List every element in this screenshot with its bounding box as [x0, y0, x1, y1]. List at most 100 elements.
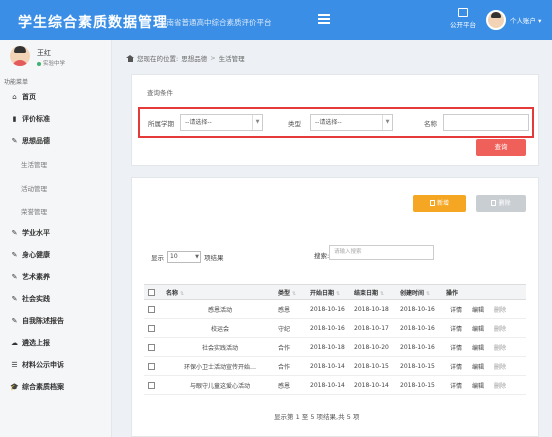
semester-select[interactable]: --请选择-- ▼ [180, 114, 263, 131]
table-row: 社会实践活动 合作 2018-10-18 2018-10-20 2018-10-16 详情… [144, 337, 526, 357]
cell-name: 校运会 [166, 318, 274, 338]
sidebar-item-archive[interactable]: 🎓 综合素质档案 [10, 380, 64, 394]
home-icon [126, 54, 134, 62]
cell-actions: 详情 编辑 删除 [446, 356, 526, 376]
row-checkbox[interactable] [148, 343, 155, 351]
delete-link[interactable]: 删除 [494, 381, 506, 390]
public-platform-button[interactable]: 公开平台 [448, 8, 478, 29]
row-select-cell[interactable] [144, 337, 166, 357]
detail-link[interactable]: 详情 [450, 362, 462, 371]
col-header-type[interactable]: 类型 ⇅ [274, 284, 306, 300]
edit-icon: ✎ [11, 295, 18, 303]
breadcrumb-level1[interactable]: 思想品德 [181, 53, 207, 63]
user-menu[interactable]: 个人账户 ▾ [486, 9, 541, 31]
query-button[interactable]: 查询 [476, 139, 526, 156]
edit-icon: ✎ [11, 273, 18, 281]
semester-label: 所属学期 [148, 120, 174, 128]
sidebar-item-standards[interactable]: ▮ 评价标准 [10, 112, 50, 126]
online-status-icon [37, 61, 41, 66]
cell-start: 2018-10-14 [306, 375, 350, 395]
cell-created: 2018-10-16 [396, 337, 446, 357]
detail-link[interactable]: 详情 [450, 305, 462, 314]
sidebar-item-upload[interactable]: ☁ 遴选上报 [10, 336, 50, 350]
delete-link[interactable]: 删除 [494, 343, 506, 352]
page-size-select[interactable]: 10 ▼ [167, 251, 201, 263]
chevron-down-icon: ▼ [252, 115, 262, 130]
col-header-name[interactable]: 名称 ⇅ [166, 284, 274, 300]
row-select-cell[interactable] [144, 375, 166, 395]
detail-link[interactable]: 详情 [450, 324, 462, 333]
col-header-actions: 操作 [446, 284, 526, 300]
cell-end: 2018-10-20 [350, 337, 396, 357]
delete-button[interactable]: 删除 [476, 195, 526, 212]
col-header-end[interactable]: 结束日期 ⇅ [350, 284, 396, 300]
search-label: 搜索: [314, 252, 330, 260]
query-conditions-box: 所属学期 --请选择-- ▼ 类型 --请选择-- ▼ 名称 [138, 107, 534, 138]
row-checkbox[interactable] [148, 362, 155, 370]
delete-link[interactable]: 删除 [494, 305, 506, 314]
type-select[interactable]: --请选择-- ▼ [310, 114, 393, 131]
sidebar-item-moral[interactable]: ✎ 思想品德 [10, 134, 50, 148]
delete-link[interactable]: 删除 [494, 362, 506, 371]
edit-icon: ✎ [11, 137, 18, 145]
cell-name: 环保小卫士活动宣传开始… [166, 356, 274, 376]
public-platform-label: 公开平台 [450, 21, 476, 29]
cell-type: 合作 [274, 337, 306, 357]
sidebar-item-academic[interactable]: ✎ 学业水平 [10, 226, 50, 240]
app-subtitle: 河南省普通高中综合素质评价平台 [159, 18, 272, 27]
add-button[interactable]: 新增 [413, 195, 466, 212]
delete-link[interactable]: 删除 [494, 324, 506, 333]
user-menu-label: 个人账户 ▾ [510, 17, 542, 25]
col-header-start[interactable]: 开始日期 ⇅ [306, 284, 350, 300]
name-input[interactable] [443, 114, 529, 131]
sidebar-subitem-honor[interactable]: 荣誉管理 [21, 206, 47, 216]
sidebar-item-appeal[interactable]: ☰ 材料公示申诉 [10, 358, 64, 372]
row-select-cell[interactable] [144, 318, 166, 338]
sort-icon: ⇅ [426, 290, 431, 297]
row-checkbox[interactable] [148, 305, 155, 313]
cell-name: 感恩活动 [166, 299, 274, 319]
search-input[interactable]: 请输入搜索 [329, 245, 434, 260]
detail-link[interactable]: 详情 [450, 381, 462, 390]
cell-start: 2018-10-14 [306, 356, 350, 376]
row-select-cell[interactable] [144, 299, 166, 319]
cell-type: 守纪 [274, 318, 306, 338]
edit-link[interactable]: 编辑 [472, 324, 484, 333]
edit-link[interactable]: 编辑 [472, 381, 484, 390]
sidebar-subitem-activity[interactable]: 活动管理 [21, 183, 47, 193]
sidebar-avatar [10, 46, 30, 66]
select-all-cell[interactable] [144, 284, 166, 300]
row-select-cell[interactable] [144, 356, 166, 376]
name-label: 名称 [424, 120, 437, 128]
edit-link[interactable]: 编辑 [472, 305, 484, 314]
col-header-created[interactable]: 创建时间 ⇅ [396, 284, 446, 300]
sidebar-item-practice[interactable]: ✎ 社会实践 [10, 292, 50, 306]
detail-link[interactable]: 详情 [450, 343, 462, 352]
sort-icon: ⇅ [380, 290, 385, 297]
breadcrumb: 您现在的位置: 思想品德 > 生活管理 [126, 53, 245, 63]
row-checkbox[interactable] [148, 381, 155, 389]
chevron-down-icon: ▼ [195, 254, 199, 260]
sidebar: 王红 实验中学 功能菜单 ⌂ 首页 ▮ 评价标准 ✎ 思想品德 生活管理 活动管理 荣… [0, 40, 112, 437]
data-table: 名称 ⇅ 类型 ⇅ 开始日期 ⇅ 结束日期 ⇅ 创建时间 ⇅ 操作 感恩活动 感恩 2018-… [144, 284, 526, 395]
cell-actions: 详情 编辑 删除 [446, 299, 526, 319]
home-icon: ⌂ [12, 93, 17, 101]
menu-toggle-icon[interactable] [318, 14, 330, 24]
sidebar-item-arts[interactable]: ✎ 艺术素养 [10, 270, 50, 284]
cell-created: 2018-10-16 [396, 318, 446, 338]
cell-start: 2018-10-18 [306, 337, 350, 357]
row-checkbox[interactable] [148, 324, 155, 332]
select-all-checkbox[interactable] [148, 288, 155, 296]
edit-link[interactable]: 编辑 [472, 343, 484, 352]
sidebar-item-health[interactable]: ✎ 身心健康 [10, 248, 50, 262]
cell-type: 感恩 [274, 299, 306, 319]
edit-link[interactable]: 编辑 [472, 362, 484, 371]
cell-start: 2018-10-16 [306, 299, 350, 319]
profile-status: 实验中学 [37, 59, 65, 67]
sidebar-item-home[interactable]: ⌂ 首页 [10, 90, 36, 104]
sidebar-subitem-life[interactable]: 生活管理 [21, 159, 47, 169]
breadcrumb-level2: 生活管理 [218, 55, 245, 63]
sidebar-item-self-report[interactable]: ✎ 自我陈述报告 [10, 314, 64, 328]
chevron-down-icon: ▼ [382, 115, 392, 130]
table-header-row: 名称 ⇅ 类型 ⇅ 开始日期 ⇅ 结束日期 ⇅ 创建时间 ⇅ 操作 [144, 284, 526, 300]
